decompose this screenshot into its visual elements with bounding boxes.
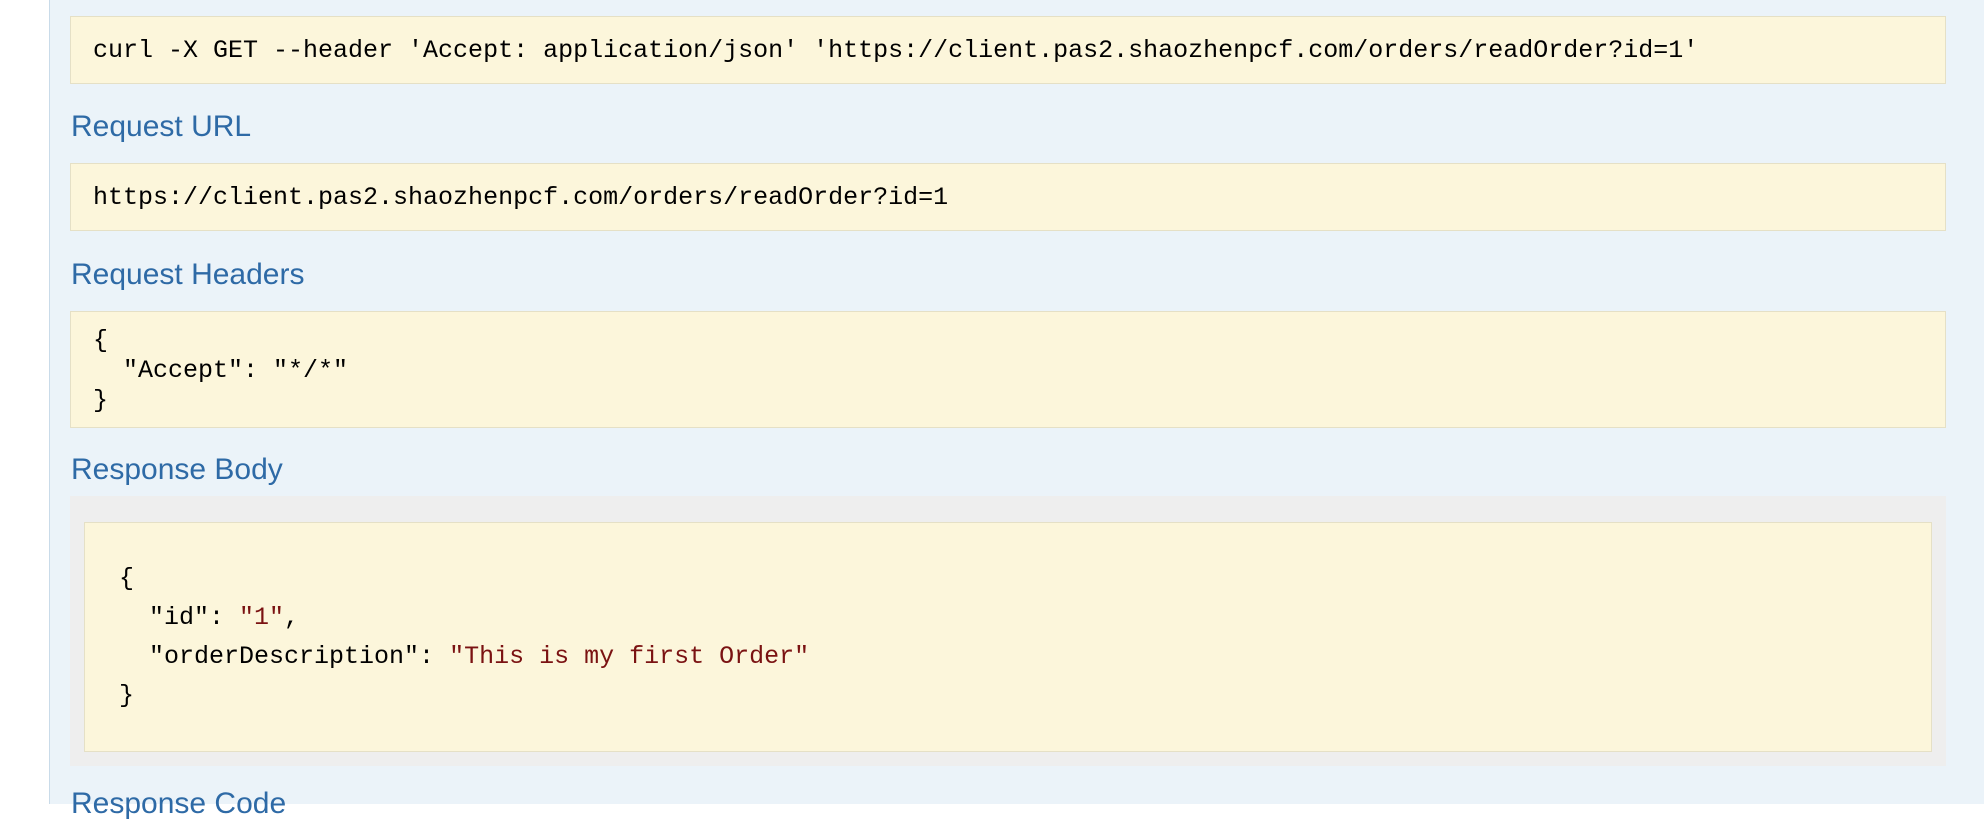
- request-headers-block: { "Accept": "*/*"}: [70, 311, 1946, 428]
- request-headers-heading: Request Headers: [71, 258, 305, 291]
- curl-command-text: curl -X GET --header 'Accept: applicatio…: [93, 36, 1699, 65]
- response-body-wrapper: {"id": "1", "orderDescription": "This is …: [70, 496, 1946, 766]
- header-accept-line: "Accept": "*/*": [123, 356, 349, 385]
- request-url-text: https://client.pas2.shaozhenpcf.com/orde…: [93, 183, 949, 212]
- headers-open-brace: {: [93, 326, 109, 355]
- body-id-comma: ,: [284, 603, 300, 632]
- body-open-brace: {: [119, 564, 135, 593]
- body-id-value: "1": [239, 603, 285, 632]
- request-url-heading: Request URL: [71, 110, 252, 143]
- body-id-line: "id": "1",: [119, 598, 1931, 637]
- curl-command-block: curl -X GET --header 'Accept: applicatio…: [70, 16, 1946, 84]
- body-description-line: "orderDescription": "This is my first Or…: [119, 637, 1931, 676]
- body-id-key: "id":: [149, 603, 240, 632]
- headers-close-brace: }: [93, 386, 109, 415]
- request-url-block: https://client.pas2.shaozhenpcf.com/orde…: [70, 163, 1946, 231]
- response-body-heading: Response Body: [71, 453, 283, 486]
- response-code-heading: Response Code: [71, 787, 287, 820]
- body-close-brace: }: [119, 681, 135, 710]
- body-description-value: "This is my first Order": [449, 642, 810, 671]
- body-description-key: "orderDescription":: [149, 642, 450, 671]
- response-body-block[interactable]: {"id": "1", "orderDescription": "This is …: [84, 522, 1932, 752]
